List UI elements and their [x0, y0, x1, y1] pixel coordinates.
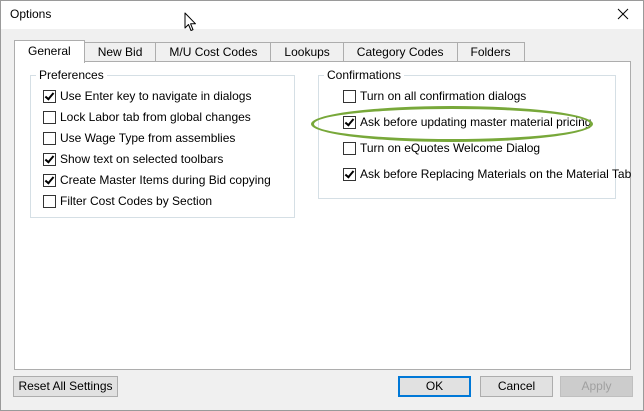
checkbox-equotes-welcome[interactable]: Turn on eQuotes Welcome Dialog	[343, 140, 540, 156]
tab-folders[interactable]: Folders	[456, 42, 525, 62]
checkbox-box[interactable]	[43, 152, 56, 166]
checkbox-filter-cost-codes[interactable]: Filter Cost Codes by Section	[43, 193, 212, 209]
window-title: Options	[10, 7, 52, 21]
checkbox-label: Use Enter key to navigate in dialogs	[60, 89, 252, 103]
tab-category-codes[interactable]: Category Codes	[342, 42, 458, 62]
options-dialog: Options General New Bid M/U Cost Codes L…	[0, 0, 644, 411]
checkbox-label: Ask before Replacing Materials on the Ma…	[360, 167, 632, 181]
checkbox-label: Lock Labor tab from global changes	[60, 110, 251, 124]
checkbox-label: Use Wage Type from assemblies	[60, 131, 236, 145]
preferences-group-title: Preferences	[36, 68, 107, 82]
checkbox-lock-labor-tab[interactable]: Lock Labor tab from global changes	[43, 109, 251, 125]
checkbox-use-wage-type[interactable]: Use Wage Type from assemblies	[43, 130, 235, 146]
checkbox-turn-on-confirmations[interactable]: Turn on all confirmation dialogs	[343, 88, 526, 104]
checkbox-ask-before-replacing-materials[interactable]: Ask before Replacing Materials on the Ma…	[343, 166, 631, 182]
cancel-button[interactable]: Cancel	[480, 376, 553, 397]
close-button[interactable]	[611, 3, 635, 25]
checkbox-label: Create Master Items during Bid copying	[60, 173, 271, 187]
checkbox-label: Filter Cost Codes by Section	[60, 194, 213, 208]
checkbox-box[interactable]	[343, 167, 356, 181]
checkbox-box[interactable]	[43, 173, 56, 187]
title-bar[interactable]: Options	[1, 1, 643, 31]
tab-strip: General New Bid M/U Cost Codes Lookups C…	[14, 40, 525, 63]
checkbox-label: Ask before updating master material pric…	[360, 115, 592, 129]
checkbox-box[interactable]	[43, 131, 56, 145]
tab-general[interactable]: General	[14, 40, 85, 63]
reset-all-settings-button[interactable]: Reset All Settings	[13, 376, 118, 397]
general-tab-panel: Preferences Use Enter key to navigate in…	[14, 61, 631, 370]
checkbox-box[interactable]	[343, 115, 356, 129]
checkbox-box[interactable]	[43, 110, 56, 124]
checkbox-label: Turn on eQuotes Welcome Dialog	[360, 141, 541, 155]
checkbox-ask-before-updating-pricing[interactable]: Ask before updating master material pric…	[343, 114, 591, 130]
confirmations-group-title: Confirmations	[324, 68, 405, 82]
checkbox-label: Show text on selected toolbars	[60, 152, 224, 166]
checkbox-label: Turn on all confirmation dialogs	[360, 89, 527, 103]
close-icon	[617, 8, 629, 20]
tab-lookups[interactable]: Lookups	[270, 42, 344, 62]
checkbox-box[interactable]	[43, 194, 56, 208]
checkbox-box[interactable]	[343, 141, 356, 155]
checkbox-use-enter-key[interactable]: Use Enter key to navigate in dialogs	[43, 88, 251, 104]
checkbox-box[interactable]	[43, 89, 56, 103]
checkbox-create-master-items[interactable]: Create Master Items during Bid copying	[43, 172, 271, 188]
checkbox-show-text-toolbars[interactable]: Show text on selected toolbars	[43, 151, 223, 167]
ok-button[interactable]: OK	[398, 376, 471, 397]
apply-button[interactable]: Apply	[560, 376, 633, 397]
tab-mu-cost-codes[interactable]: M/U Cost Codes	[155, 42, 272, 62]
tab-new-bid[interactable]: New Bid	[83, 42, 157, 62]
mouse-cursor-icon	[184, 12, 196, 31]
checkbox-box[interactable]	[343, 89, 356, 103]
